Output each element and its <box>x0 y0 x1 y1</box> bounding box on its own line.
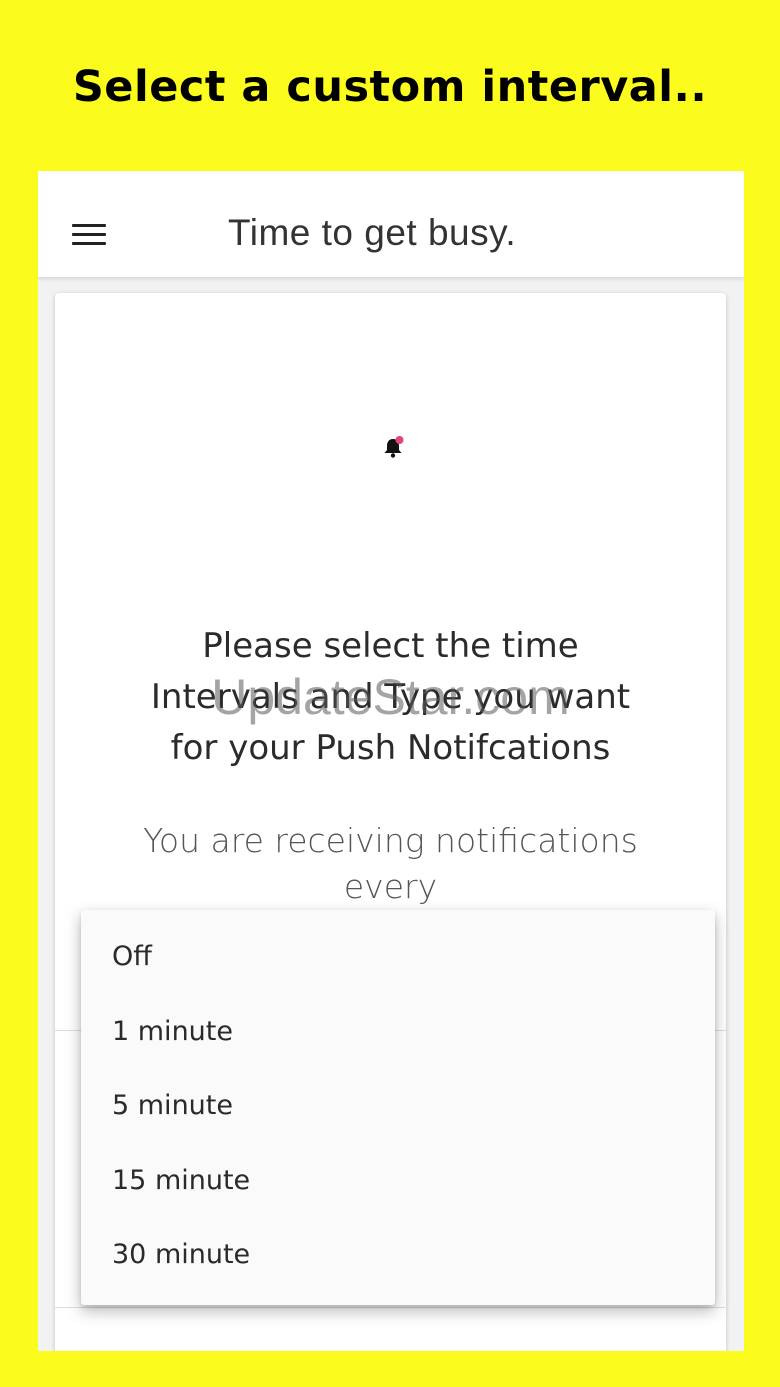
option-off[interactable]: Off <box>81 920 715 995</box>
interval-prompt: Please select the time Intervals and Typ… <box>75 621 706 774</box>
option-5-minute[interactable]: 5 minute <box>81 1069 715 1144</box>
prompt-line-3: for your Push Notifcations <box>170 728 611 768</box>
option-15-minute[interactable]: 15 minute <box>81 1144 715 1219</box>
hamburger-menu-icon[interactable] <box>72 224 108 248</box>
option-1-minute[interactable]: 1 minute <box>81 995 715 1070</box>
app-title: Time to get busy. <box>228 212 517 253</box>
notification-status: You are receiving notifications every <box>85 818 696 910</box>
prompt-line-1: Please select the time <box>202 626 579 666</box>
divider <box>55 1307 726 1308</box>
screen-headline: Select a custom interval.. <box>72 62 708 112</box>
status-line-2: every <box>343 867 438 906</box>
option-30-minute[interactable]: 30 minute <box>81 1218 715 1293</box>
interval-dropdown-menu[interactable]: Off 1 minute 5 minute 15 minute 30 minut… <box>81 910 715 1305</box>
status-line-1: You are receiving notifications <box>143 821 638 860</box>
notification-bell-icon <box>384 436 404 458</box>
prompt-line-2: Intervals and Type you want <box>150 677 631 717</box>
phone-screen: Time to get busy. Please select the time… <box>38 171 744 1351</box>
app-bar: Time to get busy. <box>38 171 744 277</box>
